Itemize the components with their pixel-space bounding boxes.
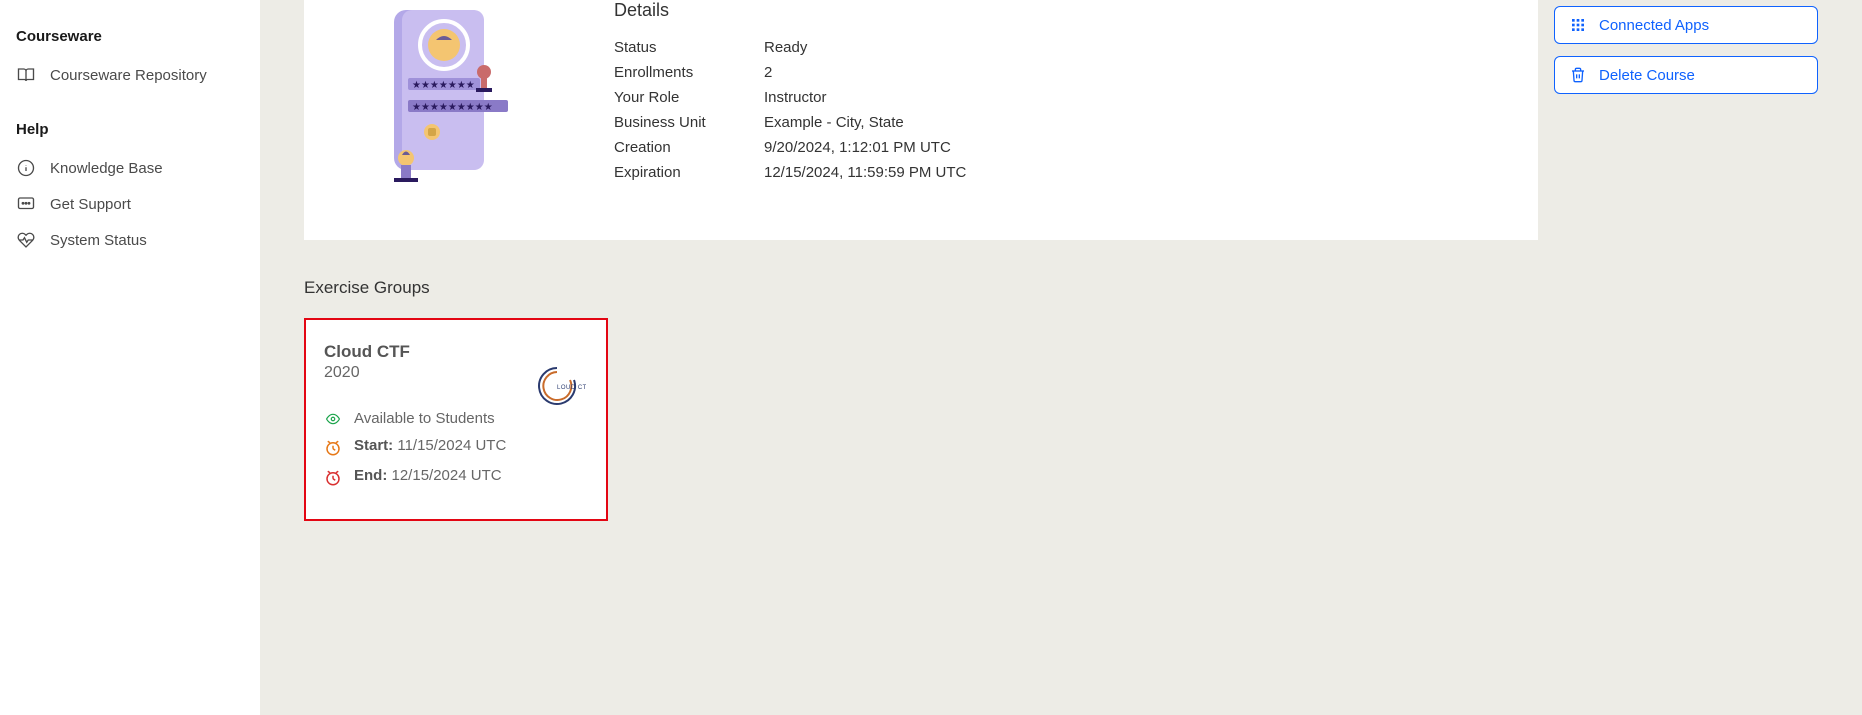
exercise-info: Available to Students Start: 11/15/2024 … (324, 410, 588, 487)
heartbeat-icon (16, 230, 36, 250)
sidebar-item-label: Get Support (50, 196, 131, 213)
sidebar-section-courseware: Courseware Courseware Repository (16, 28, 244, 93)
clock-icon (324, 437, 342, 457)
chat-icon (16, 194, 36, 214)
sidebar-item-label: Courseware Repository (50, 67, 207, 84)
sidebar-section-title: Courseware (16, 28, 244, 45)
svg-text:LOUD CTF: LOUD CTF (557, 385, 586, 391)
svg-text:★★★★★★★: ★★★★★★★ (412, 80, 475, 91)
sidebar-item-label: System Status (50, 232, 147, 249)
details-value: Ready (764, 39, 1498, 56)
start-text: Start: 11/15/2024 UTC (354, 437, 506, 454)
sidebar-item-get-support[interactable]: Get Support (16, 186, 244, 222)
sidebar-item-knowledge-base[interactable]: Knowledge Base (16, 150, 244, 186)
start-value: 11/15/2024 UTC (397, 437, 506, 454)
end-text: End: 12/15/2024 UTC (354, 467, 502, 484)
details-row-expiration: Expiration 12/15/2024, 11:59:59 PM UTC (614, 160, 1498, 185)
sidebar-section-title: Help (16, 121, 244, 138)
details-card: ★★★★★★★ ★★★★★★★★★ Details Status Ready (304, 0, 1538, 240)
details-label: Your Role (614, 89, 764, 106)
sidebar-section-help: Help Knowledge Base Get Support System S… (16, 121, 244, 258)
details-value: Example - City, State (764, 114, 1498, 131)
details-label: Enrollments (614, 64, 764, 81)
exercise-card-title: Cloud CTF (324, 342, 588, 362)
details-row-creation: Creation 9/20/2024, 1:12:01 PM UTC (614, 135, 1498, 160)
details-row-business-unit: Business Unit Example - City, State (614, 110, 1498, 135)
book-icon (16, 65, 36, 85)
button-label: Connected Apps (1599, 17, 1709, 34)
info-row-availability: Available to Students (324, 410, 588, 427)
exercise-card[interactable]: Cloud CTF 2020 LOUD CTF Available to Stu… (304, 318, 608, 521)
button-label: Delete Course (1599, 67, 1695, 84)
details-label: Status (614, 39, 764, 56)
details-row-status: Status Ready (614, 35, 1498, 60)
details-value: 12/15/2024, 11:59:59 PM UTC (764, 164, 1498, 181)
course-image: ★★★★★★★ ★★★★★★★★★ (344, 0, 534, 200)
details-value: 9/20/2024, 1:12:01 PM UTC (764, 139, 1498, 156)
details-block: Details Status Ready Enrollments 2 Your … (614, 0, 1498, 185)
grid-icon (1569, 16, 1587, 34)
section-heading-exercise-groups: Exercise Groups (304, 278, 1538, 298)
details-row-enrollments: Enrollments 2 (614, 60, 1498, 85)
end-label: End: (354, 467, 387, 484)
details-row-role: Your Role Instructor (614, 85, 1498, 110)
details-value: 2 (764, 64, 1498, 81)
sidebar: Courseware Courseware Repository Help Kn… (0, 0, 260, 715)
sidebar-item-courseware-repository[interactable]: Courseware Repository (16, 57, 244, 93)
details-label: Expiration (614, 164, 764, 181)
actions-column: Connected Apps Delete Course (1538, 0, 1818, 521)
details-label: Business Unit (614, 114, 764, 131)
clock-icon (324, 467, 342, 487)
cloud-ctf-logo: LOUD CTF (526, 360, 588, 412)
svg-text:★★★★★★★★★: ★★★★★★★★★ (412, 102, 493, 113)
connected-apps-button[interactable]: Connected Apps (1554, 6, 1818, 44)
details-value: Instructor (764, 89, 1498, 106)
eye-icon (324, 410, 342, 426)
info-icon (16, 158, 36, 178)
details-label: Creation (614, 139, 764, 156)
details-heading: Details (614, 0, 1498, 21)
sidebar-item-label: Knowledge Base (50, 160, 163, 177)
delete-course-button[interactable]: Delete Course (1554, 56, 1818, 94)
sidebar-item-system-status[interactable]: System Status (16, 222, 244, 258)
availability-text: Available to Students (354, 410, 495, 427)
end-value: 12/15/2024 UTC (392, 467, 502, 484)
info-row-end: End: 12/15/2024 UTC (324, 467, 588, 487)
start-label: Start: (354, 437, 393, 454)
trash-icon (1569, 66, 1587, 84)
main-content: ★★★★★★★ ★★★★★★★★★ Details Status Ready (260, 0, 1862, 715)
info-row-start: Start: 11/15/2024 UTC (324, 437, 588, 457)
